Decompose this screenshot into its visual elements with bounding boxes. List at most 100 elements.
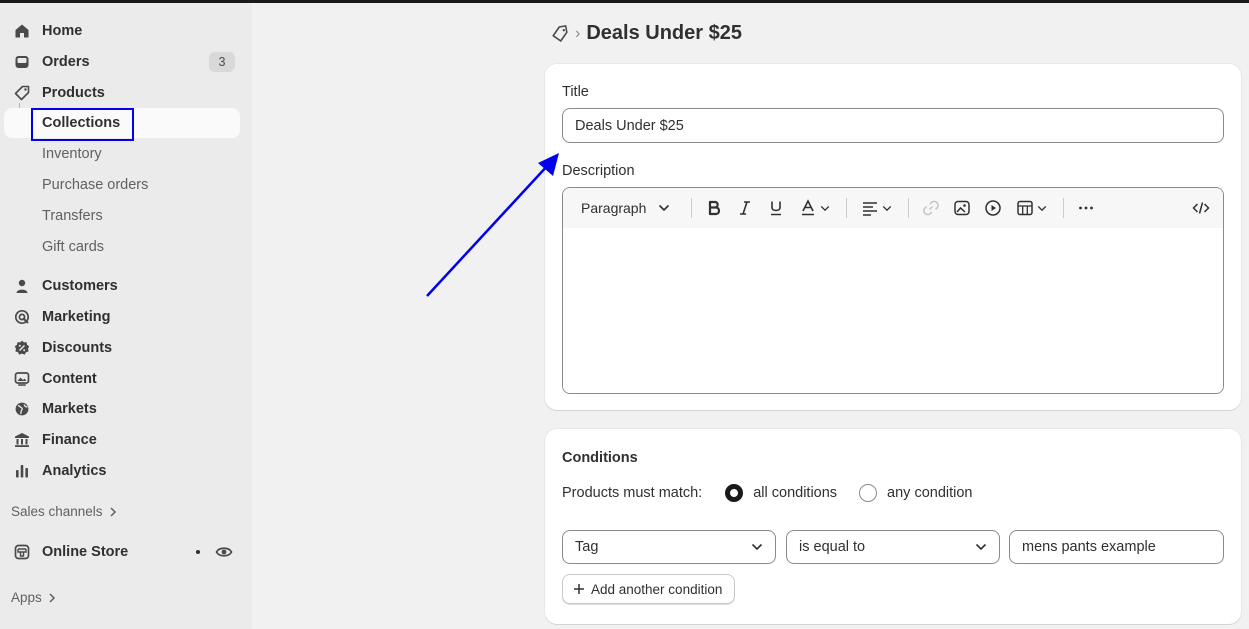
all-conditions-label[interactable]: all conditions	[753, 485, 837, 501]
sales-channels-label: Sales channels	[11, 504, 103, 519]
any-condition-label[interactable]: any condition	[887, 485, 972, 501]
discount-icon	[14, 340, 30, 355]
sidebar-item-marketing[interactable]: Marketing	[4, 302, 240, 332]
chevron-down-icon	[751, 543, 763, 551]
chevron-right-icon	[110, 506, 116, 517]
globe-icon	[15, 402, 29, 416]
page-title: Deals Under $25	[586, 22, 742, 44]
sidebar-item-home[interactable]: Home	[4, 16, 240, 46]
chevron-down-icon	[659, 204, 670, 212]
sidebar-item-label: Inventory	[42, 146, 102, 162]
chevron-right-icon	[49, 592, 55, 603]
title-label: Title	[562, 84, 589, 100]
sidebar-item-online-store[interactable]: Online Store	[4, 537, 240, 567]
home-icon	[15, 24, 29, 38]
insert-image-button[interactable]	[951, 198, 973, 218]
insert-video-button[interactable]	[982, 198, 1004, 218]
match-options: Products must match: all conditions any …	[562, 484, 973, 502]
title-input[interactable]	[562, 108, 1224, 143]
code-icon	[1192, 202, 1210, 214]
orders-count-badge: 3	[209, 52, 235, 72]
sidebar-item-label: Markets	[42, 401, 97, 417]
code-view-button[interactable]	[1190, 198, 1212, 218]
chevron-down-icon	[820, 205, 829, 211]
sidebar-item-purchase-orders[interactable]: Purchase orders	[4, 170, 240, 200]
image-icon	[954, 200, 970, 216]
breadcrumb: › Deals Under $25	[551, 22, 742, 45]
sidebar-item-label: Transfers	[42, 208, 103, 224]
sidebar-item-label: Products	[42, 85, 105, 101]
play-circle-icon	[985, 200, 1001, 216]
sidebar-item-gift-cards[interactable]: Gift cards	[4, 232, 240, 262]
toolbar-divider	[691, 198, 692, 218]
target-icon	[14, 309, 30, 325]
bold-icon	[708, 200, 721, 216]
add-condition-button[interactable]: Add another condition	[562, 574, 736, 604]
underline-icon	[771, 201, 781, 216]
breadcrumb-separator: ›	[575, 24, 581, 42]
link-icon	[923, 200, 939, 216]
store-icon	[14, 544, 30, 560]
add-condition-label: Add another condition	[591, 581, 723, 597]
bank-icon	[15, 433, 29, 447]
sidebar-item-label: Online Store	[42, 544, 129, 560]
toolbar-divider	[908, 198, 909, 218]
italic-button[interactable]	[734, 198, 756, 218]
link-button[interactable]	[920, 198, 942, 218]
tag-icon[interactable]	[551, 24, 569, 43]
sidebar-item-discounts[interactable]: Discounts	[4, 333, 240, 363]
sidebar: Home Orders 3 Products Collections Inven…	[0, 3, 252, 629]
sidebar-item-label: Orders	[42, 54, 90, 70]
sidebar-item-label: Customers	[42, 278, 118, 294]
chevron-down-icon	[1037, 205, 1046, 211]
more-options-button[interactable]	[1075, 198, 1097, 218]
text-color-icon	[801, 199, 814, 216]
paragraph-format-select[interactable]: Paragraph	[581, 198, 670, 218]
sidebar-item-analytics[interactable]: Analytics	[4, 456, 240, 486]
text-color-button[interactable]	[797, 198, 831, 218]
sidebar-item-markets[interactable]: Markets	[4, 394, 240, 424]
orders-icon	[15, 56, 29, 68]
plus-icon	[574, 584, 584, 594]
details-card: Title Description Paragraph	[545, 64, 1241, 410]
description-text-area[interactable]	[563, 228, 1223, 393]
toolbar-divider	[1063, 198, 1064, 218]
condition-field-select[interactable]: Tag	[562, 530, 776, 564]
sidebar-item-inventory[interactable]: Inventory	[4, 139, 240, 169]
sidebar-item-label: Finance	[42, 432, 97, 448]
match-label: Products must match:	[562, 485, 703, 501]
condition-field-value: Tag	[575, 539, 599, 555]
sidebar-item-label: Content	[42, 371, 97, 387]
status-dot	[196, 550, 200, 554]
underline-button[interactable]	[765, 198, 787, 218]
sidebar-item-finance[interactable]: Finance	[4, 425, 240, 455]
sales-channels-section[interactable]: Sales channels	[11, 504, 117, 519]
person-icon	[16, 279, 28, 293]
condition-operator-select[interactable]: is equal to	[786, 530, 1000, 564]
sidebar-item-customers[interactable]: Customers	[4, 271, 240, 301]
eye-icon[interactable]	[215, 544, 233, 560]
sidebar-item-collections[interactable]: Collections	[4, 108, 240, 138]
bar-chart-icon	[16, 465, 28, 478]
all-conditions-radio[interactable]	[725, 484, 744, 502]
table-icon	[1016, 200, 1033, 216]
insert-table-button[interactable]	[1014, 198, 1048, 218]
bold-button[interactable]	[703, 198, 725, 218]
toolbar-divider	[846, 198, 847, 218]
sidebar-item-products[interactable]: Products	[4, 78, 240, 108]
align-left-icon	[862, 202, 877, 216]
sidebar-item-label: Home	[42, 23, 83, 39]
condition-operator-value: is equal to	[799, 539, 866, 555]
sidebar-item-orders[interactable]: Orders 3	[4, 47, 240, 77]
any-condition-radio[interactable]	[859, 484, 878, 502]
align-button[interactable]	[859, 198, 893, 218]
condition-value-input[interactable]	[1009, 530, 1224, 564]
sidebar-item-transfers[interactable]: Transfers	[4, 201, 240, 231]
more-horizontal-icon	[1079, 206, 1093, 210]
sidebar-item-label: Analytics	[42, 463, 107, 479]
apps-section[interactable]: Apps	[11, 590, 56, 605]
conditions-card: Conditions Products must match: all cond…	[545, 429, 1241, 624]
sidebar-item-label: Collections	[42, 115, 121, 131]
sidebar-item-content[interactable]: Content	[4, 364, 240, 394]
paragraph-format-label: Paragraph	[581, 200, 647, 216]
